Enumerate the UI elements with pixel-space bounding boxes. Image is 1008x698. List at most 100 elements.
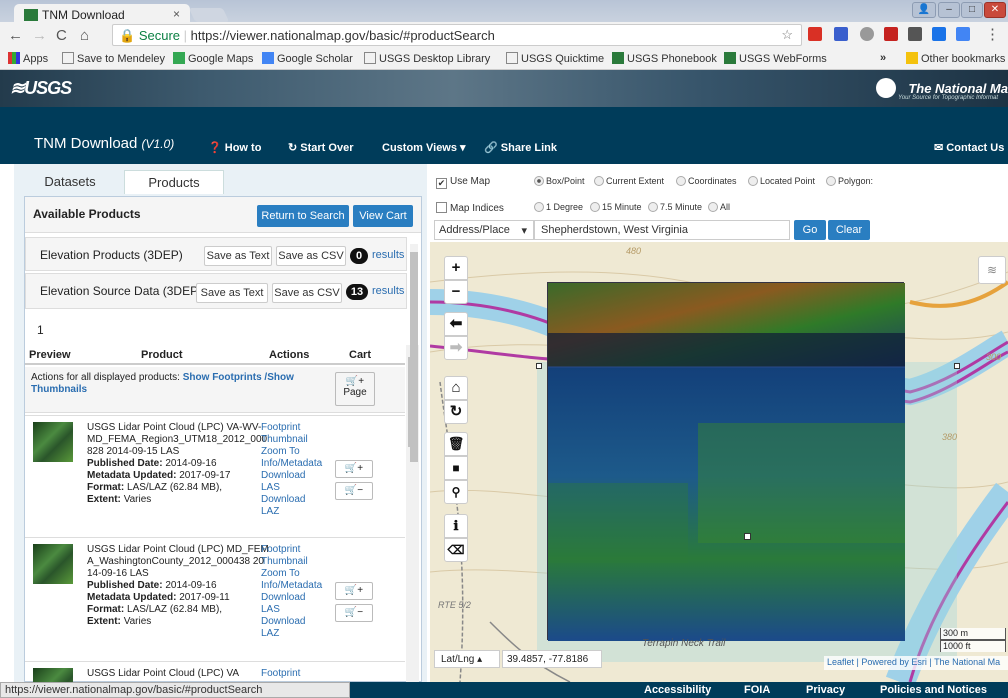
close-tab-icon[interactable]: × [173,7,180,21]
forward-extent-icon[interactable]: ➡ [444,336,468,360]
custom-views-menu[interactable]: Custom Views ▾ [382,141,466,154]
trash-icon[interactable]: 🗑 [444,432,468,456]
mail-counter-icon[interactable] [884,27,898,41]
footprint-link[interactable]: Footprint [261,544,300,555]
footprint-link[interactable]: Footprint [261,422,300,433]
add-to-cart-button[interactable]: 🛒+ [335,460,373,478]
start-over-link[interactable]: ↻ Start Over [288,141,353,154]
show-footprints-link[interactable]: Show Footprints [183,372,262,383]
download-laz-link[interactable]: Download LAZ [261,616,305,639]
eraser-icon[interactable]: ⌫ [444,538,468,562]
contact-link[interactable]: ✉ Contact Us [934,141,1004,154]
polygon-radio[interactable]: Polygon: [826,176,873,186]
share-link[interactable]: 🔗 Share Link [484,141,557,154]
extension-icon[interactable] [908,27,922,41]
coordinates-radio[interactable]: Coordinates [676,176,737,186]
add-to-cart-button[interactable]: 🛒+ [335,582,373,600]
all-radio[interactable]: All [708,202,730,212]
footer-link-privacy[interactable]: Privacy [806,684,845,696]
home-extent-icon[interactable]: ⌂ [444,376,468,400]
return-to-search-button[interactable]: Return to Search [257,205,349,227]
save-as-text-button[interactable]: Save as Text [204,246,272,266]
menu-icon[interactable]: ⋮ [985,25,1000,43]
back-icon[interactable]: ← [8,27,23,44]
save-as-text-button[interactable]: Save as Text [196,283,268,303]
clear-button[interactable]: Clear [828,220,870,240]
back-extent-icon[interactable]: ⬅ [444,312,468,336]
preview-thumbnail[interactable] [33,422,73,462]
bookmark-google-maps[interactable]: Google Maps [173,52,253,65]
map-view[interactable]: 480 380 300 RTE 5/2 Terrapin Neck Trail … [430,242,1008,682]
page-number[interactable]: 1 [37,323,44,337]
download-laz-link[interactable]: Download LAZ [261,494,305,517]
bookmark-usgs-desktop[interactable]: USGS Desktop Library [364,52,502,65]
center-point-handle[interactable] [744,533,751,540]
extension-icon[interactable] [932,27,946,41]
remove-from-cart-button[interactable]: 🛒− [335,604,373,622]
fifteen-minute-radio[interactable]: 15 Minute [590,202,642,212]
extension-icon[interactable] [956,27,970,41]
info-metadata-link[interactable]: Info/Metadata [261,458,322,469]
box-point-radio[interactable]: Box/Point [534,176,585,186]
add-page-to-cart-button[interactable]: 🛒+ Page [335,372,375,406]
panel-scrollbar[interactable] [410,244,418,684]
extension-icon[interactable] [834,27,848,41]
refresh-icon[interactable]: ↻ [444,400,468,424]
download-las-link[interactable]: Download LAS [261,592,305,615]
url-bar[interactable]: 🔒 Secure | https://viewer.nationalmap.go… [112,24,802,46]
one-degree-radio[interactable]: 1 Degree [534,202,583,212]
footer-link-policies[interactable]: Policies and Notices [880,684,987,696]
bookmark-mendeley[interactable]: Save to Mendeley [62,52,165,65]
preview-thumbnail[interactable] [33,544,73,584]
maximize-icon[interactable]: □ [961,2,983,18]
view-cart-button[interactable]: View Cart [353,205,413,227]
home-icon[interactable]: ⌂ [80,27,89,44]
download-las-link[interactable]: Download LAS [261,470,305,493]
save-as-csv-button[interactable]: Save as CSV [272,283,342,303]
preview-thumbnail[interactable] [33,668,73,683]
bookmarks-overflow[interactable]: » [880,52,886,64]
zoom-in-button[interactable]: + [444,256,468,280]
group-elevation-source-data[interactable]: Elevation Source Data (3DEP) Save as Tex… [25,273,407,309]
other-bookmarks[interactable]: Other bookmarks [906,52,1005,65]
seven-half-minute-radio[interactable]: 7.5 Minute [648,202,702,212]
tab-datasets[interactable]: Datasets [24,170,116,194]
tab-products[interactable]: Products [124,170,224,194]
forward-icon[interactable]: → [32,27,47,44]
minimize-icon[interactable]: – [938,2,960,18]
current-extent-radio[interactable]: Current Extent [594,176,664,186]
bookmark-usgs-phonebook[interactable]: USGS Phonebook [612,52,717,65]
box-corner-handle[interactable] [536,363,542,369]
footprint-link[interactable]: Footprint [261,668,300,680]
bookmark-usgs-quicktime[interactable]: USGS Quicktime [506,52,604,65]
new-tab-button[interactable] [188,8,230,22]
close-window-icon[interactable]: ✕ [984,2,1006,18]
extension-icon[interactable] [860,27,874,41]
remove-from-cart-button[interactable]: 🛒− [335,482,373,500]
footer-link-accessibility[interactable]: Accessibility [644,684,711,696]
map-indices-checkbox[interactable]: Map Indices [436,202,504,214]
info-metadata-link[interactable]: Info/Metadata [261,580,322,591]
search-type-select[interactable]: Address/Place ▾ [434,220,534,240]
results-link[interactable]: results [372,249,404,261]
info-icon[interactable]: ℹ [444,514,468,538]
use-map-checkbox[interactable]: ✔ Use Map [436,176,490,189]
zoom-out-button[interactable]: − [444,280,468,304]
gmail-icon[interactable] [808,27,822,41]
zoom-to-link[interactable]: Zoom To [261,568,300,579]
results-link[interactable]: results [372,285,404,297]
draw-point-icon[interactable]: ⚲ [444,480,468,504]
box-corner-handle[interactable] [954,363,960,369]
coord-format-select[interactable]: Lat/Lng ▴ [434,650,500,668]
located-point-radio[interactable]: Located Point [748,176,815,186]
thumbnail-link[interactable]: Thumbnail [261,434,308,445]
how-to-link[interactable]: ❓ How to [208,141,261,154]
reload-icon[interactable]: C [56,27,67,44]
bookmark-usgs-webforms[interactable]: USGS WebForms [724,52,827,65]
go-button[interactable]: Go [794,220,826,240]
layers-icon[interactable]: ≋ [978,256,1006,284]
bookmark-google-scholar[interactable]: Google Scholar [262,52,353,65]
zoom-to-link[interactable]: Zoom To [261,446,300,457]
user-icon[interactable]: 👤 [912,2,936,18]
footer-link-foia[interactable]: FOIA [744,684,770,696]
